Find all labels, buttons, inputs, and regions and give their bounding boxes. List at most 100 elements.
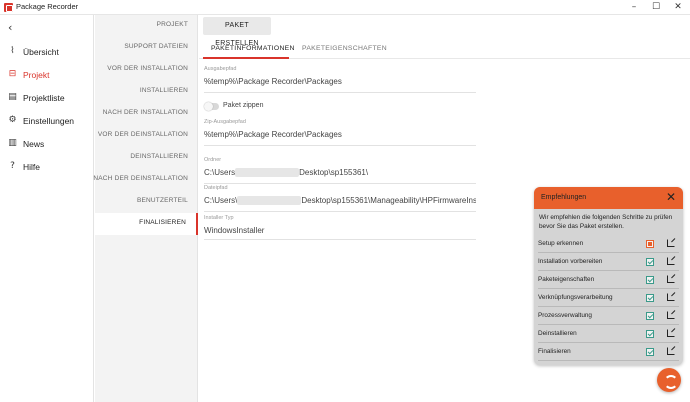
rec-row-paketeigenschaften: Paketeigenschaften [538,271,679,289]
field-label: Ausgabepfad [204,66,237,72]
rec-label: Installation vorbereiten [538,258,603,265]
step-support-dateien[interactable]: SUPPORT DATEIEN [95,37,198,59]
close-window-button[interactable]: ✕ [667,0,689,15]
zip-toggle[interactable] [204,102,219,111]
active-tab-indicator [203,57,289,59]
open-external-icon[interactable] [667,347,675,355]
nav-item-einstellungen[interactable]: ⚙ Einstellungen [0,111,94,131]
open-external-icon[interactable] [667,293,675,301]
step-installieren[interactable]: INSTALLIEREN [95,81,198,103]
app-logo-icon [4,3,13,12]
rec-row-setup-erkennen: Setup erkennen [538,235,679,253]
news-icon: ▥ [8,138,17,148]
open-external-icon[interactable] [667,257,675,265]
zip-toggle-label: Paket zippen [223,102,264,109]
step-benutzerteil[interactable]: BENUTZERTEIL [95,191,198,213]
field-label: Dateipfad [204,185,228,191]
open-external-icon[interactable] [667,239,675,247]
rec-row-prozessverwaltung: Prozessverwaltung [538,307,679,325]
step-label: PROJEKT [156,21,188,28]
warning-checkbox-icon [646,240,654,248]
nav-item-label: Übersicht [23,47,59,57]
step-finalisieren[interactable]: FINALISIEREN [95,213,198,235]
step-deinstallieren[interactable]: DEINSTALLIEREN [95,147,198,169]
title-bar: Package Recorder – ☐ ✕ [0,0,690,15]
ausgabepfad-field[interactable]: Ausgabepfad %temp%\Package Recorder\Pack… [204,66,476,93]
checked-checkbox-icon [646,348,654,356]
field-value-start: C:\Users\ [204,196,238,205]
tab-paketeigenschaften[interactable]: PAKETEIGENSCHAFTEN [302,45,387,52]
gear-icon: ⚙ [8,115,17,125]
step-label: INSTALLIEREN [139,87,188,94]
open-external-icon[interactable] [667,275,675,283]
rec-label: Paketeigenschaften [538,276,595,283]
checked-checkbox-icon [646,312,654,320]
rec-row-finalisieren: Finalisieren [538,343,679,361]
rec-label: Verknüpfungsverarbeitung [538,294,613,301]
recommendations-panel: Empfehlungen ✕ Wir empfehlen die folgend… [534,187,683,365]
recommendations-header: Empfehlungen ✕ [534,187,683,209]
field-underline [204,183,476,184]
rec-row-installation-vorbereiten: Installation vorbereiten [538,253,679,271]
step-label: BENUTZERTEIL [136,197,188,204]
close-icon[interactable]: ✕ [666,190,676,204]
step-list: PROJEKT SUPPORT DATEIEN VOR DER INSTALLA… [93,15,198,402]
rec-label: Deinstallieren [538,330,577,337]
nav-item-uebersicht[interactable]: ⌇ Übersicht [0,42,94,62]
step-vor-der-installation[interactable]: VOR DER INSTALLATION [95,59,198,81]
rec-row-deinstallieren: Deinstallieren [538,325,679,343]
nav-item-label: Projektliste [23,93,65,103]
rec-label: Setup erkennen [538,240,584,247]
maximize-button[interactable]: ☐ [645,0,667,15]
nav-item-label: Hilfe [23,162,41,172]
step-nach-der-installation[interactable]: NACH DER INSTALLATION [95,103,198,125]
checked-checkbox-icon [646,330,654,338]
nav-item-projekt[interactable]: ⊟ Projekt [0,65,94,85]
nav-item-projektliste[interactable]: ▤ Projektliste [0,88,94,108]
step-label: VOR DER INSTALLATION [107,65,188,72]
zip-ausgabepfad-field[interactable]: Zip-Ausgabepfad %temp%\Package Recorder\… [204,119,476,146]
recommendations-toggle-button[interactable] [657,368,681,392]
field-label: Ordner [204,157,222,163]
nav-item-news[interactable]: ▥ News [0,134,94,154]
nav-item-label: Einstellungen [23,116,75,126]
dateipfad-field[interactable]: Dateipfad C:\Users\xxxxxxxxxxxxxxxxDeskt… [204,185,476,212]
back-arrow-icon[interactable]: ‹ [8,21,12,34]
project-icon: ⊟ [8,69,17,79]
step-label: FINALISIEREN [139,219,186,226]
tab-bar: PAKETINFORMATIONEN PAKETEIGENSCHAFTEN [199,39,690,59]
recommendations-title: Empfehlungen [541,194,587,201]
window-title: Package Recorder [16,2,79,11]
rec-label: Prozessverwaltung [538,312,592,319]
field-label: Installer Typ [204,215,234,221]
rec-row-verknuepfungsverarbeitung: Verknüpfungsverarbeitung [538,289,679,307]
create-package-button[interactable]: PAKET ERSTELLEN [203,17,271,47]
field-value-start: C:\Users [204,168,236,177]
field-label: Zip-Ausgabepfad [204,119,246,125]
field-value-end: Desktop\sp155361\Manageability\HPFirmwar… [301,196,476,205]
minimize-button[interactable]: – [623,0,645,15]
field-underline [204,211,476,212]
step-nach-der-deinstallation[interactable]: NACH DER DEINSTALLATION [93,169,198,191]
checked-checkbox-icon [646,258,654,266]
field-underline [204,92,476,93]
field-underline [204,239,476,240]
step-label: NACH DER DEINSTALLATION [93,175,188,182]
ordner-field[interactable]: Ordner C:\UsersxxxxxxxxxxxxxxxxDesktop\s… [204,157,476,184]
open-external-icon[interactable] [667,311,675,319]
step-projekt[interactable]: PROJEKT [95,15,198,37]
recommendations-description: Wir empfehlen die folgenden Schritte zu … [539,214,673,230]
field-underline [204,145,476,146]
rec-label: Finalisieren [538,348,571,355]
checked-checkbox-icon [646,294,654,302]
nav-item-hilfe[interactable]: ? Hilfe [0,157,94,177]
field-value: C:\UsersxxxxxxxxxxxxxxxxDesktop\sp155361… [204,168,476,177]
tab-paketinformationen[interactable]: PAKETINFORMATIONEN [211,45,295,52]
redacted-text: xxxxxxxxxxxxxxxx [235,168,300,177]
field-value: %temp%\Package Recorder\Packages [204,130,342,139]
toggle-knob [204,102,213,111]
installer-typ-field[interactable]: Installer Typ WindowsInstaller [204,215,476,240]
open-external-icon[interactable] [667,329,675,337]
step-label: DEINSTALLIEREN [130,153,188,160]
step-vor-der-deinstallation[interactable]: VOR DER DEINSTALLATION [95,125,198,147]
